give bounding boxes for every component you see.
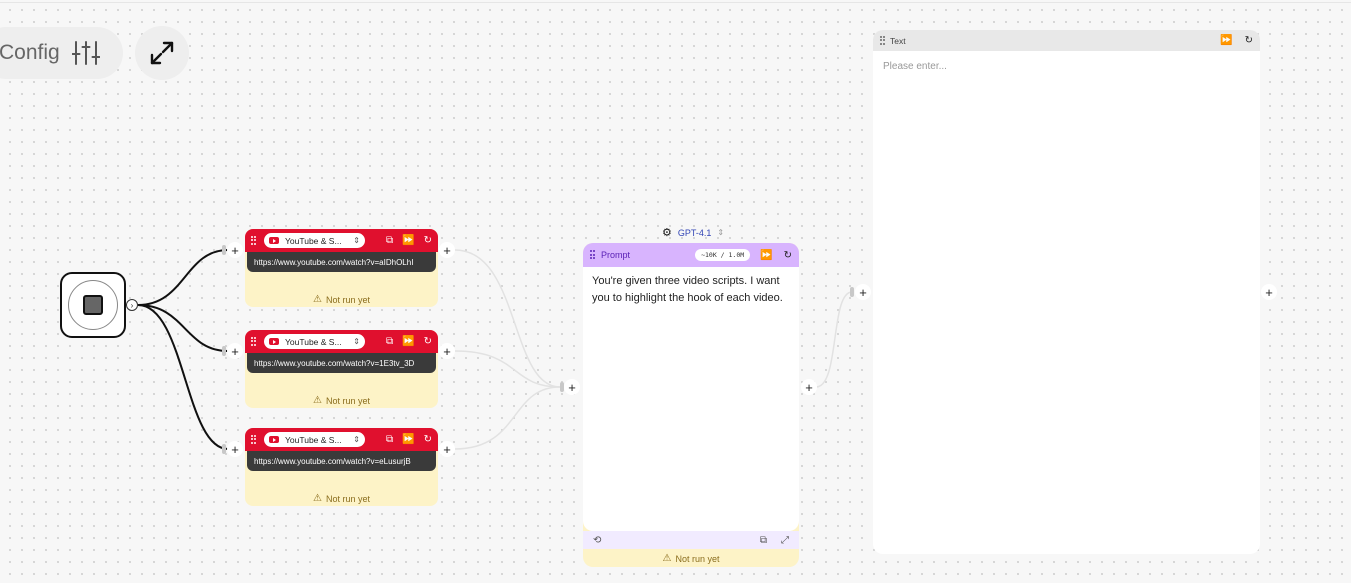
youtube-node-1-label: YouTube & S...: [285, 235, 342, 246]
prompt-node-status: ⚠ Not run yet: [583, 553, 799, 564]
youtube-node-1-header[interactable]: YouTube & S... ⇕ ⧉ ⏩ ↻: [245, 229, 438, 252]
youtube-1-add-output[interactable]: +: [439, 242, 455, 258]
youtube-2-add-input[interactable]: +: [227, 343, 243, 359]
youtube-icon: [269, 338, 279, 345]
config-button[interactable]: Config: [0, 27, 123, 79]
run-forward-icon[interactable]: ⏩: [402, 336, 414, 347]
youtube-node-3-label: YouTube & S...: [285, 434, 342, 445]
refresh-icon[interactable]: ↻: [1245, 35, 1253, 46]
text-input-handle[interactable]: [850, 287, 854, 297]
youtube-2-input-handle[interactable]: [222, 346, 226, 356]
prompt-add-input[interactable]: +: [564, 379, 580, 395]
youtube-node-1-status-text: Not run yet: [325, 294, 370, 305]
youtube-node-3[interactable]: YouTube & S... ⇕ ⧉ ⏩ ↻ https://www.youtu…: [245, 428, 438, 506]
config-label: Config: [0, 41, 60, 64]
youtube-icon: [269, 237, 279, 244]
chevron-updown-icon: ⇕: [353, 236, 360, 245]
youtube-node-3-status: ⚠ Not run yet: [245, 493, 438, 504]
youtube-node-2-url[interactable]: https://www.youtube.com/watch?v=1E3tv_3D: [247, 353, 436, 373]
text-add-output[interactable]: +: [1261, 284, 1277, 300]
token-count-badge: ~10K / 1.0M: [695, 249, 751, 261]
chevron-updown-icon: ⇕: [717, 228, 725, 237]
youtube-node-2-label: YouTube & S...: [285, 336, 342, 347]
run-forward-icon[interactable]: ⏩: [402, 434, 414, 445]
youtube-node-2-status: ⚠ Not run yet: [245, 395, 438, 406]
chevron-updown-icon: ⇕: [353, 337, 360, 346]
warning-icon: ⚠: [313, 294, 322, 305]
start-node[interactable]: [60, 272, 126, 338]
fullscreen-button[interactable]: [135, 26, 189, 80]
copy-icon[interactable]: ⧉: [386, 336, 393, 347]
expand-icon[interactable]: ⤢: [781, 535, 789, 546]
prompt-node-footer: ⟲ ⧉ ⤢: [583, 531, 799, 549]
run-forward-icon[interactable]: ⏩: [760, 250, 772, 261]
prompt-node-status-text: Not run yet: [675, 553, 720, 564]
youtube-3-add-output[interactable]: +: [439, 441, 455, 457]
drag-handle-icon[interactable]: [251, 235, 257, 246]
chevron-updown-icon: ⇕: [353, 435, 360, 444]
copy-icon[interactable]: ⧉: [386, 235, 393, 246]
warning-icon: ⚠: [313, 395, 322, 406]
youtube-node-2[interactable]: YouTube & S... ⇕ ⧉ ⏩ ↻ https://www.youtu…: [245, 330, 438, 408]
refresh-icon[interactable]: ↻: [784, 250, 792, 261]
history-icon[interactable]: ⟲: [593, 535, 601, 546]
refresh-icon[interactable]: ↻: [424, 336, 432, 347]
model-selector[interactable]: ⚙ GPT-4.1 ⇕: [662, 226, 724, 239]
warning-icon: ⚠: [313, 493, 322, 504]
youtube-3-input-handle[interactable]: [222, 444, 226, 454]
stop-icon: [83, 295, 103, 315]
warning-icon: ⚠: [662, 553, 672, 564]
youtube-node-2-source-select[interactable]: YouTube & S... ⇕: [264, 334, 365, 349]
youtube-1-add-input[interactable]: +: [227, 242, 243, 258]
copy-icon[interactable]: ⧉: [386, 434, 393, 445]
youtube-node-2-status-text: Not run yet: [325, 395, 370, 406]
drag-handle-icon[interactable]: [251, 434, 257, 445]
expand-arrows-icon: [150, 41, 174, 65]
openai-icon: ⚙: [662, 227, 672, 239]
text-node-title: Text: [890, 35, 906, 46]
youtube-node-3-source-select[interactable]: YouTube & S... ⇕: [264, 432, 365, 447]
edge-youtube-1-to-prompt: [454, 249, 561, 388]
prompt-node-header[interactable]: Prompt ~10K / 1.0M ⏩ ↻: [583, 243, 799, 267]
youtube-icon: [269, 436, 279, 443]
youtube-2-add-output[interactable]: +: [439, 343, 455, 359]
refresh-icon[interactable]: ↻: [424, 235, 432, 246]
youtube-node-1-source-select[interactable]: YouTube & S... ⇕: [264, 233, 365, 248]
prompt-node[interactable]: Prompt ~10K / 1.0M ⏩ ↻ You're given thre…: [583, 243, 799, 567]
edge-start-to-youtube-1: [137, 249, 229, 306]
sliders-icon: [71, 41, 100, 65]
youtube-node-1-status: ⚠ Not run yet: [245, 294, 438, 305]
copy-icon[interactable]: ⧉: [760, 535, 767, 546]
youtube-node-3-url[interactable]: https://www.youtube.com/watch?v=eLusurjB: [247, 451, 436, 471]
text-node-header[interactable]: Text ⏩ ↻: [873, 30, 1260, 51]
drag-handle-icon[interactable]: [251, 336, 257, 347]
youtube-1-input-handle[interactable]: [222, 245, 226, 255]
prompt-add-output[interactable]: +: [801, 379, 817, 395]
text-add-input[interactable]: +: [855, 284, 871, 300]
drag-handle-icon[interactable]: [590, 250, 596, 260]
text-node[interactable]: Text ⏩ ↻ Please enter...: [873, 30, 1260, 554]
prompt-text-area[interactable]: You're given three video scripts. I want…: [583, 267, 799, 531]
drag-handle-icon[interactable]: [880, 35, 886, 46]
youtube-node-1[interactable]: YouTube & S... ⇕ ⧉ ⏩ ↻ https://www.youtu…: [245, 229, 438, 307]
edge-youtube-3-to-prompt: [454, 386, 561, 450]
refresh-icon[interactable]: ↻: [424, 434, 432, 445]
youtube-node-3-header[interactable]: YouTube & S... ⇕ ⧉ ⏩ ↻: [245, 428, 438, 451]
youtube-node-1-url[interactable]: https://www.youtube.com/watch?v=aIDhOLhI: [247, 252, 436, 272]
model-name: GPT-4.1: [677, 227, 712, 238]
youtube-3-add-input[interactable]: +: [227, 441, 243, 457]
run-forward-icon[interactable]: ⏩: [1220, 35, 1232, 46]
text-input-field[interactable]: Please enter...: [873, 51, 1260, 82]
prompt-node-title: Prompt: [601, 250, 631, 260]
start-output-handle[interactable]: ›: [126, 299, 138, 311]
start-node-ring: [68, 280, 118, 330]
run-forward-icon[interactable]: ⏩: [402, 235, 414, 246]
youtube-node-3-status-text: Not run yet: [325, 493, 370, 504]
edge-start-to-youtube-2: [137, 304, 229, 352]
youtube-node-2-header[interactable]: YouTube & S... ⇕ ⧉ ⏩ ↻: [245, 330, 438, 353]
edge-prompt-to-text: [815, 291, 853, 388]
